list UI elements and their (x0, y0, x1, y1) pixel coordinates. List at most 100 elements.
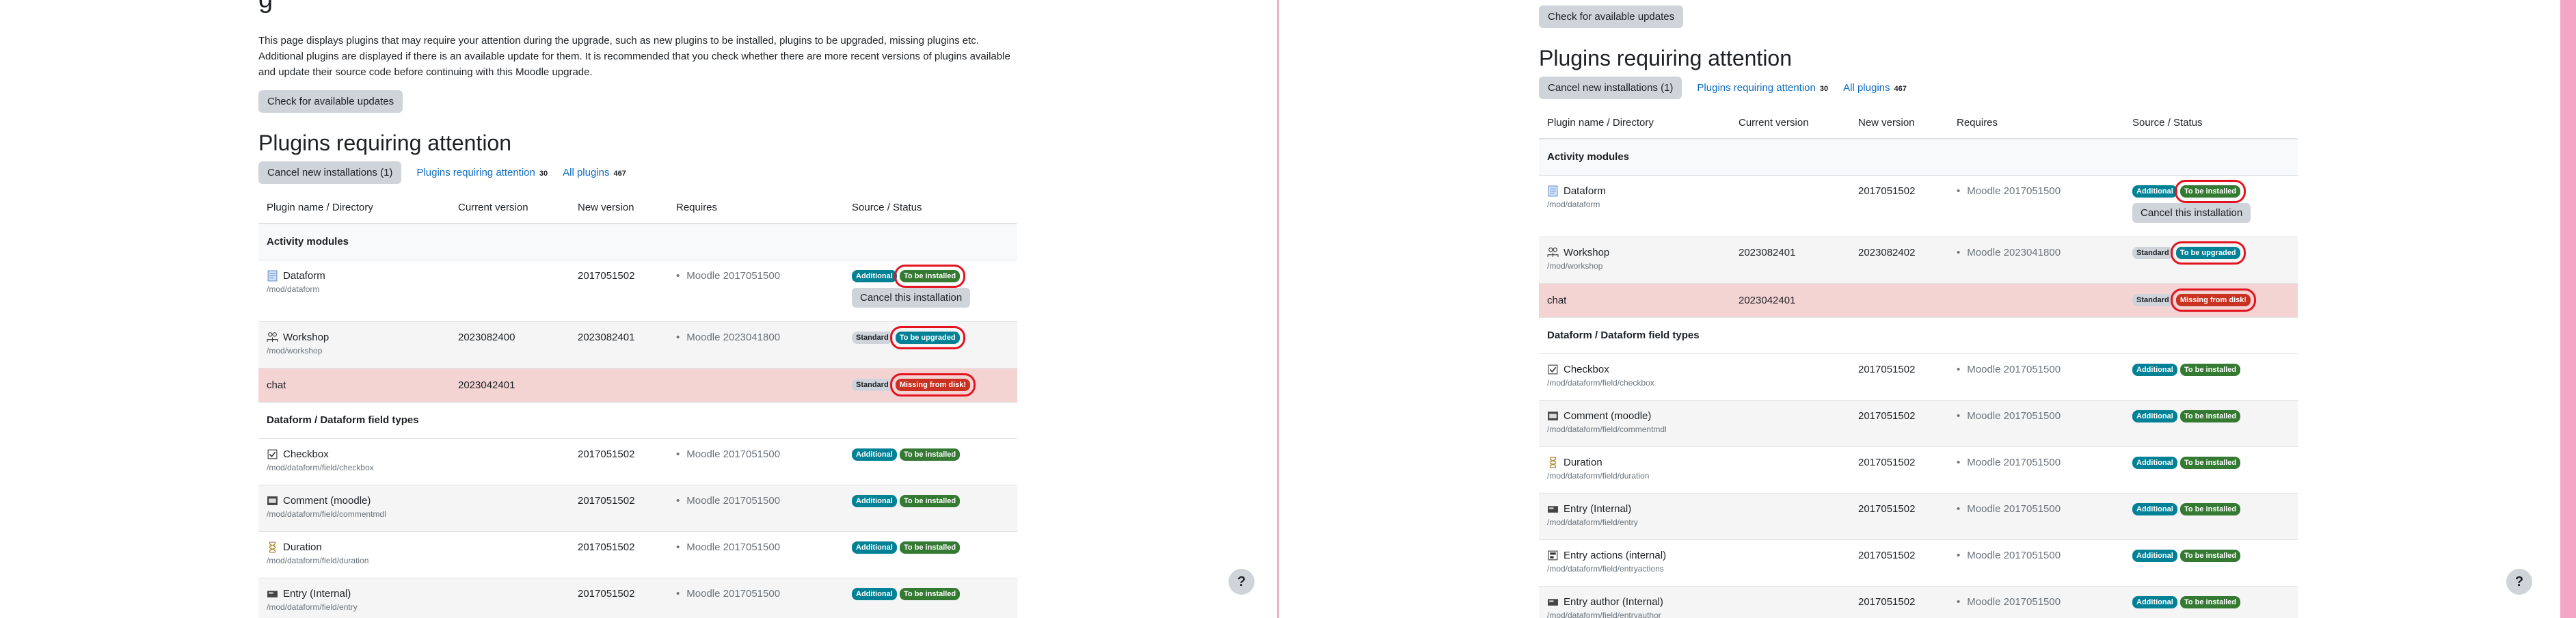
filter-tabs: Cancel new installations (1) Plugins req… (1539, 77, 2298, 99)
plugins-table: Plugin name / Directory Current version … (1539, 107, 2298, 618)
plugin-dir: /mod/dataform/field/duration (1547, 470, 1650, 481)
status-badge: Missing from disk! (2170, 288, 2257, 312)
help-button[interactable]: ? (1229, 569, 1255, 595)
tab-cancel-new-installations[interactable]: Cancel new installations (1) (1539, 77, 1682, 99)
cancel-installation-button[interactable]: Cancel this installation (2132, 202, 2251, 223)
tab-plugins-requiring-attention[interactable]: Plugins requiring attention 30 (1697, 82, 1828, 94)
status-badge: To be installed (894, 264, 966, 288)
tab-all-plugins[interactable]: All plugins 467 (1843, 82, 1907, 94)
group-row: Activity modules (258, 223, 1017, 260)
source-badge: Standard (852, 331, 893, 344)
table-row: Dataform/mod/dataform 2017051502 Moodle … (258, 259, 1017, 321)
all-count: 467 (1894, 85, 1907, 93)
current-version: 2023042401 (1730, 282, 1850, 317)
status-badge: To be installed (2179, 595, 2241, 608)
status-badge: To be installed (2179, 549, 2241, 562)
status-badge: To be installed (2179, 409, 2241, 422)
current-version: 2023082400 (450, 321, 569, 368)
source-badge: Additional (2132, 549, 2177, 562)
plugin-name: Dataform (283, 269, 325, 282)
plugin-dir: /mod/dataform/field/entryactions (1547, 563, 1664, 574)
table-row: Entry (Internal) /mod/dataform/field/entr… (1539, 492, 2298, 539)
group-dataform-field-types: Dataform / Dataform field types (1539, 317, 2298, 353)
current-version (450, 259, 569, 321)
plugin-dir: /mod/dataform/field/commentmdl (267, 509, 386, 519)
new-version: 2017051502 (569, 259, 668, 321)
right-content: Check for available updates Plugins requ… (1539, 0, 2298, 618)
requires-value: Moodle 2017051500 (676, 495, 780, 507)
left-content: This page displays plugins that may requ… (258, 0, 1017, 618)
plugin-dir: /mod/workshop (1547, 260, 1603, 271)
requires-value: Moodle 2017051500 (676, 541, 780, 553)
plugin-name: Duration (1564, 456, 1602, 468)
plugin-name: Dataform (1564, 185, 1606, 197)
tab-plugins-requiring-attention[interactable]: Plugins requiring attention 30 (416, 167, 548, 178)
requires-value: Moodle 2023041800 (676, 332, 780, 343)
col-new-version: New version (569, 192, 668, 224)
group-dataform-field-types: Dataform / Dataform field types (258, 401, 1017, 438)
source-badge: Additional (2132, 409, 2177, 422)
status-badge: To be upgraded (889, 325, 965, 349)
tab-requiring-label: Plugins requiring attention (1697, 82, 1816, 94)
table-header: Plugin name / Directory Current version … (1539, 107, 2298, 139)
right-edge-scrollbar (2560, 0, 2576, 618)
new-version: 2017051502 (1850, 585, 1948, 618)
plugin-dir: /mod/dataform/field/entryauthor (1547, 610, 1661, 618)
requires-value: Moodle 2017051500 (676, 448, 780, 460)
plugin-name: Workshop (283, 331, 330, 343)
table-row: Entry actions (internal) /mod/dataform/fi… (1539, 539, 2298, 586)
dataform-icon (267, 270, 278, 281)
entry-icon (267, 590, 278, 597)
group-activity-modules: Activity modules (258, 223, 1017, 260)
status-badge: To be installed (2179, 456, 2241, 469)
plugin-dir: /mod/dataform (267, 284, 320, 294)
table-row: Comment (moodle) /mod/dataform/field/comm… (258, 484, 1017, 531)
table-row: Workshop/mod/workshop 2023082401 2023082… (1539, 236, 2298, 283)
source-badge: Additional (2132, 185, 2177, 198)
plugin-name: chat (258, 367, 450, 402)
plugin-name: Comment (moodle) (1564, 409, 1652, 422)
new-version: 2017051502 (1850, 492, 1948, 539)
status-badge: To be installed (899, 541, 961, 554)
requires-value: Moodle 2017051500 (1957, 550, 2061, 561)
table-row: Duration/mod/dataform/field/duration 201… (1539, 446, 2298, 493)
col-requires: Requires (1948, 107, 2124, 139)
requires-value: Moodle 2017051500 (1957, 410, 2061, 422)
tab-cancel-new-installations[interactable]: Cancel new installations (1) (258, 161, 402, 184)
intro-text: This page displays plugins that may requ… (258, 35, 1010, 78)
entry-author-icon (1548, 598, 1558, 606)
help-button[interactable]: ? (2506, 569, 2532, 595)
plugin-name: Entry (Internal) (283, 587, 351, 600)
plugin-dir: /mod/dataform/field/entry (1547, 517, 1638, 527)
requires-value: Moodle 2017051500 (1957, 185, 2061, 197)
plugins-table: Plugin name / Directory Current version … (258, 192, 1017, 618)
plugin-name: Entry actions (internal) (1564, 549, 1667, 561)
source-badge: Additional (2132, 363, 2177, 376)
requiring-count: 30 (539, 170, 548, 178)
tab-all-plugins[interactable]: All plugins 467 (563, 167, 626, 178)
plugin-dir: /mod/dataform/field/duration (267, 555, 369, 565)
tab-all-label: All plugins (1843, 82, 1890, 94)
plugin-name: Workshop (1564, 246, 1610, 258)
cancel-installation-button[interactable]: Cancel this installation (852, 287, 971, 308)
table-row: chat 2023042401 Standard Missing from di… (258, 367, 1017, 402)
right-panel: Check for available updates Plugins requ… (1279, 0, 2560, 618)
check-updates-button[interactable]: Check for available updates (1539, 5, 1684, 28)
requires-value: Moodle 2017051500 (676, 588, 780, 600)
plugins-heading: Plugins requiring attention (1539, 46, 1793, 70)
entry-actions-icon (1548, 550, 1558, 560)
group-row: Activity modules (1539, 138, 2298, 175)
comment-icon (1548, 411, 1558, 420)
plugin-name: Checkbox (283, 448, 329, 460)
filter-tabs: Cancel new installations (1) Plugins req… (258, 161, 1017, 184)
plugin-dir: /mod/dataform/field/checkbox (1547, 377, 1654, 388)
table-row: Checkbox/mod/dataform/field/checkbox 201… (1539, 353, 2298, 400)
plugin-name: Entry (Internal) (1564, 502, 1632, 515)
new-version: 2017051502 (569, 530, 668, 578)
dataform-icon (1548, 185, 1558, 196)
source-badge: Additional (852, 269, 897, 282)
checkbox-icon (1548, 364, 1558, 374)
requires-value: Moodle 2017051500 (1957, 364, 2061, 375)
duration-icon (1549, 457, 1557, 468)
check-updates-button[interactable]: Check for available updates (258, 90, 403, 113)
